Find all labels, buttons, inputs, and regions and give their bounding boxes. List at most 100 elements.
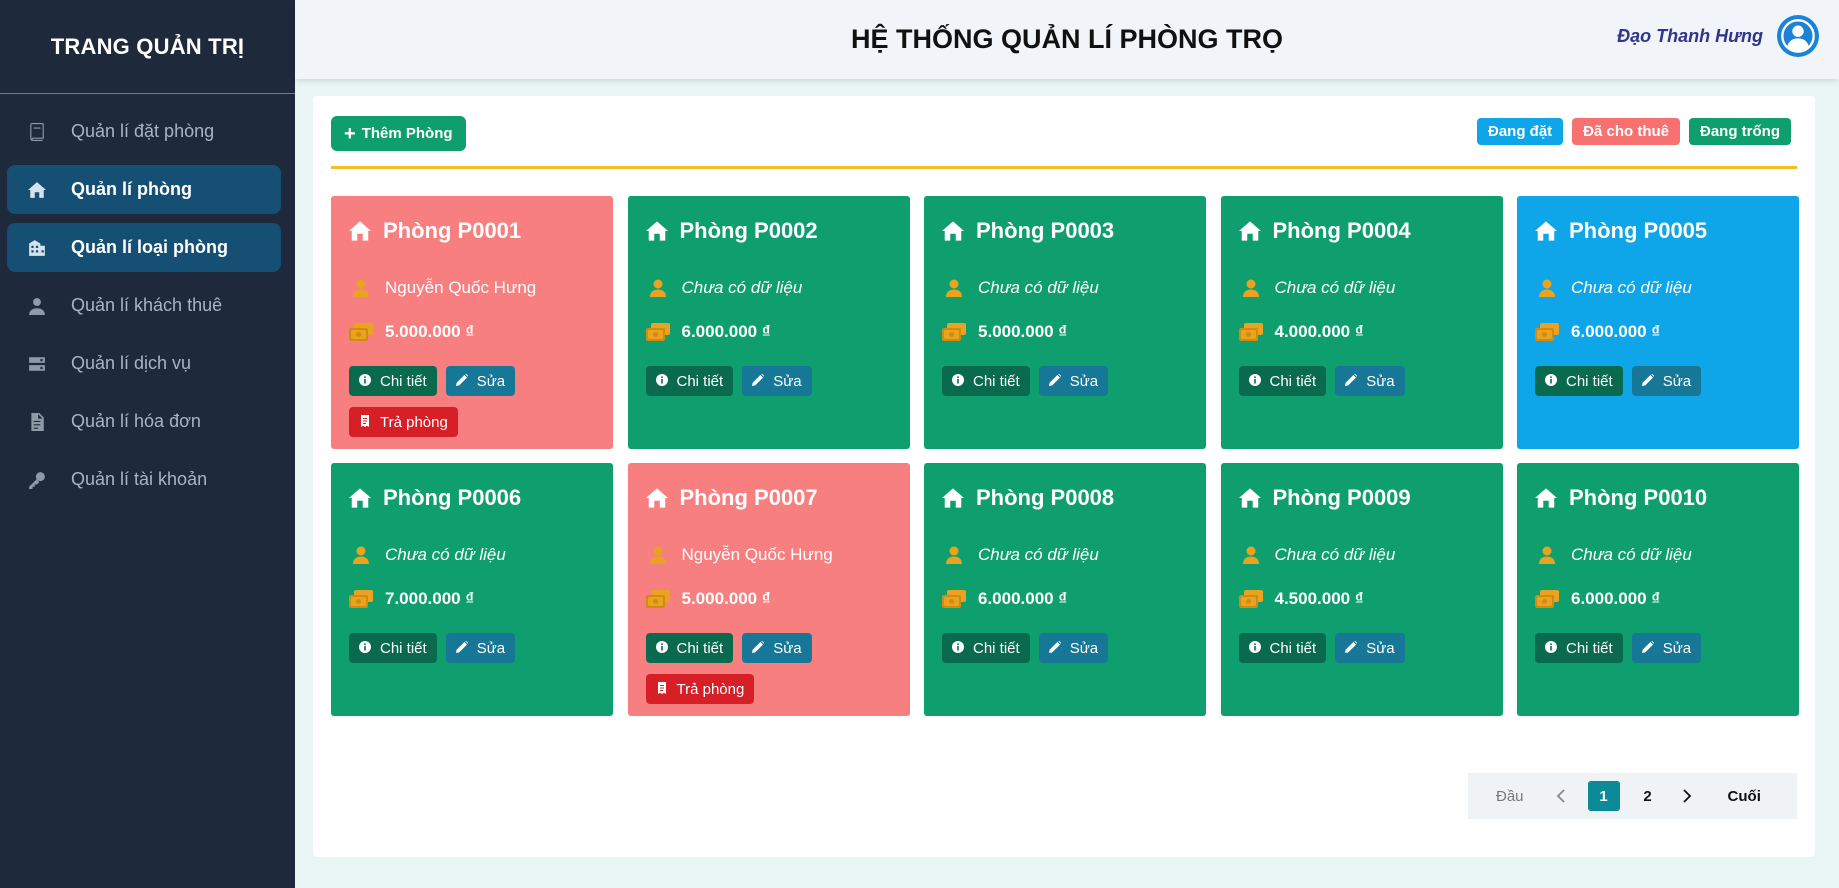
pencil-icon <box>1048 373 1070 390</box>
detail-button[interactable]: Chi tiết <box>1238 366 1327 396</box>
avatar[interactable] <box>1777 15 1819 57</box>
edit-label: Sửa <box>476 639 506 657</box>
detail-label: Chi tiết <box>676 372 724 390</box>
room-title: Phòng P0001 <box>349 217 595 245</box>
home-icon <box>1535 221 1557 241</box>
room-price: 4.500.000 ₫ <box>1238 588 1485 610</box>
room-price: 6.000.000 ₫ <box>942 588 1188 610</box>
pencil-icon <box>455 373 477 390</box>
detail-button[interactable]: Chi tiết <box>942 366 1030 396</box>
room-actions: Chi tiết Sửa <box>349 366 595 396</box>
edit-button[interactable]: Sửa <box>1631 366 1702 396</box>
detail-label: Chi tiết <box>1566 372 1613 390</box>
pagination-first[interactable]: Đầu <box>1496 788 1524 805</box>
page-title: HỆ THỐNG QUẢN LÍ PHÒNG TRỌ <box>851 24 1283 54</box>
home-icon <box>942 488 964 508</box>
edit-label: Sửa <box>1662 639 1692 657</box>
legend-rented: Đã cho thuê <box>1572 118 1680 145</box>
room-title: Phòng P0003 <box>942 217 1188 245</box>
pagination-page[interactable]: 2 <box>1632 781 1664 811</box>
price-value: 6.000.000 ₫ <box>1571 322 1661 341</box>
edit-button[interactable]: Sửa <box>1038 633 1109 663</box>
room-tenant: Chưa có dữ liệu <box>646 277 892 299</box>
building-icon <box>26 237 48 259</box>
pencil-icon <box>1048 640 1070 657</box>
detail-label: Chi tiết <box>380 639 427 657</box>
room-tenant: Chưa có dữ liệu <box>349 544 595 566</box>
sidebar-item-room-types[interactable]: Quản lí loại phòng <box>7 223 281 272</box>
info-icon <box>655 640 677 657</box>
edit-button[interactable]: Sửa <box>445 366 516 396</box>
plus-icon: + <box>344 122 356 145</box>
edit-button[interactable]: Sửa <box>445 633 516 663</box>
sidebar-item-rooms[interactable]: Quản lí phòng <box>7 165 281 214</box>
home-icon <box>26 179 48 201</box>
sidebar: TRANG QUẢN TRỊ Quản lí đặt phòng Quản lí… <box>0 0 295 888</box>
pagination-last[interactable]: Cuối <box>1728 788 1761 805</box>
return-room-button[interactable]: Trả phòng <box>645 674 755 704</box>
room-name: Phòng P0009 <box>1272 485 1411 510</box>
room-actions: Chi tiết Sửa <box>1238 366 1485 396</box>
user-icon <box>646 546 670 564</box>
price-value: 6.000.000 ₫ <box>1571 589 1661 608</box>
detail-button[interactable]: Chi tiết <box>349 366 437 396</box>
edit-label: Sửa <box>1366 639 1395 657</box>
room-price: 7.000.000 ₫ <box>349 588 595 610</box>
edit-button[interactable]: Sửa <box>1631 633 1702 663</box>
edit-label: Sửa <box>476 372 506 390</box>
user-icon <box>1535 546 1559 564</box>
room-card: Phòng P0007 Nguyễn Quốc Hưng 5.000.000 ₫ Ch… <box>627 463 910 716</box>
info-icon <box>359 373 380 390</box>
room-tenant: Chưa có dữ liệu <box>1535 277 1781 299</box>
pagination: Đầu 1 2 Cuối <box>1468 773 1797 819</box>
return-room-button[interactable]: Trả phòng <box>349 407 458 437</box>
sidebar-item-booking[interactable]: Quản lí đặt phòng <box>7 107 281 156</box>
sidebar-item-tenants[interactable]: Quản lí khách thuê <box>7 281 281 330</box>
detail-button[interactable]: Chi tiết <box>349 633 437 663</box>
sidebar-item-label: Quản lí khách thuê <box>71 295 223 315</box>
detail-label: Chi tiết <box>973 372 1020 390</box>
chevron-left-icon[interactable] <box>1554 789 1568 803</box>
user-menu[interactable]: Đạo Thanh Hưng <box>1617 15 1819 57</box>
detail-button[interactable]: Chi tiết <box>1535 633 1623 663</box>
tenant-name: Chưa có dữ liệu <box>385 545 506 564</box>
sidebar-item-services[interactable]: Quản lí dịch vụ <box>7 339 281 388</box>
add-room-button[interactable]: + Thêm Phòng <box>331 116 466 151</box>
money-icon <box>1238 590 1263 608</box>
sidebar-item-label: Quản lí tài khoản <box>71 469 208 489</box>
room-actions: Chi tiết Sửa <box>1535 366 1781 396</box>
chevron-right-icon[interactable] <box>1680 789 1694 803</box>
edit-label: Sửa <box>1662 372 1692 390</box>
room-card: Phòng P0008 Chưa có dữ liệu 6.000.000 ₫ Chi… <box>924 463 1206 716</box>
edit-button[interactable]: Sửa <box>1038 366 1109 396</box>
pagination-page[interactable]: 1 <box>1587 781 1620 811</box>
detail-button[interactable]: Chi tiết <box>1238 633 1327 663</box>
room-card: Phòng P0002 Chưa có dữ liệu 6.000.000 ₫ Chi… <box>627 196 910 449</box>
user-icon <box>942 546 966 564</box>
edit-label: Sửa <box>773 639 802 657</box>
sidebar-item-invoices[interactable]: Quản lí hóa đơn <box>7 397 281 446</box>
detail-label: Chi tiết <box>676 639 724 657</box>
room-grid: Phòng P0001 Nguyễn Quốc Hưng 5.000.000 ₫ Ch… <box>331 196 1799 716</box>
money-icon <box>645 323 670 341</box>
detail-button[interactable]: Chi tiết <box>942 633 1030 663</box>
sidebar-item-accounts[interactable]: Quản lí tài khoản <box>7 455 281 504</box>
detail-button[interactable]: Chi tiết <box>645 633 734 663</box>
room-actions: Chi tiết Sửa <box>645 633 892 663</box>
room-title: Phòng P0009 <box>1238 484 1485 512</box>
info-icon <box>1248 640 1270 657</box>
edit-button[interactable]: Sửa <box>1335 366 1405 396</box>
edit-button[interactable]: Sửa <box>1335 633 1405 663</box>
info-icon <box>1545 373 1566 390</box>
room-tenant: Chưa có dữ liệu <box>1239 544 1485 566</box>
edit-button[interactable]: Sửa <box>742 366 812 396</box>
room-actions: Chi tiết Sửa <box>645 366 892 396</box>
detail-label: Chi tiết <box>1269 372 1317 390</box>
room-price: 5.000.000 ₫ <box>645 588 892 610</box>
edit-button[interactable]: Sửa <box>742 633 812 663</box>
detail-button[interactable]: Chi tiết <box>645 366 734 396</box>
detail-button[interactable]: Chi tiết <box>1535 366 1623 396</box>
room-card: Phòng P0006 Chưa có dữ liệu 7.000.000 ₫ Chi… <box>331 463 613 716</box>
room-title: Phòng P0007 <box>645 484 892 512</box>
room-price: 4.000.000 ₫ <box>1238 321 1485 343</box>
